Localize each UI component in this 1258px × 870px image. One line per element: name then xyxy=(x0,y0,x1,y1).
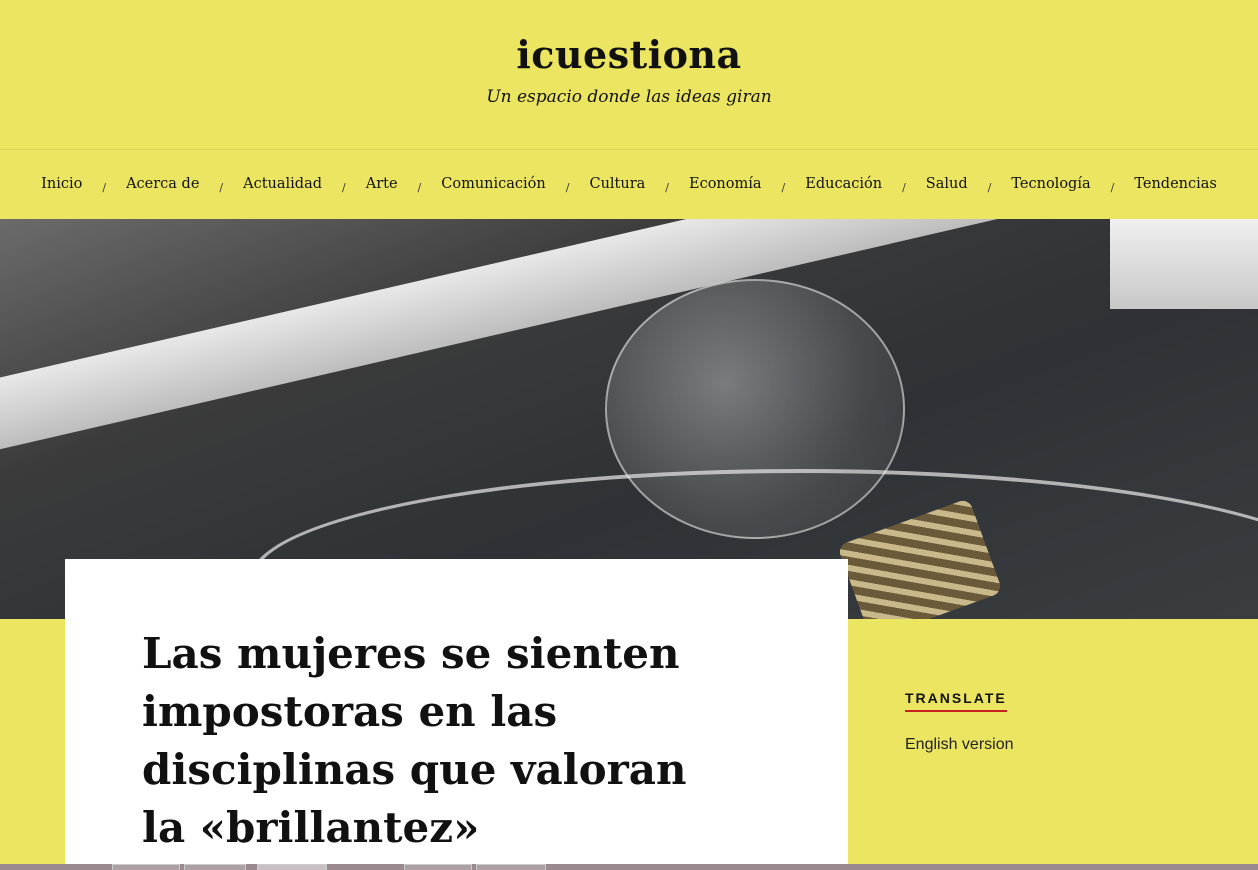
widget-title: TRANSLATE xyxy=(905,690,1007,712)
translate-widget: TRANSLATE English version xyxy=(905,690,1014,754)
site-header: icuestiona Un espacio donde las ideas gi… xyxy=(0,0,1258,150)
nav-separator: / xyxy=(665,180,669,194)
nav-item[interactable]: Salud xyxy=(926,176,968,192)
site-tagline: Un espacio donde las ideas giran xyxy=(486,87,772,107)
nav-item[interactable]: Actualidad xyxy=(243,176,322,192)
nav-separator: / xyxy=(102,180,107,194)
nav-separator: / xyxy=(902,180,906,194)
nav-item[interactable]: Arte xyxy=(366,176,398,192)
article-title[interactable]: Las mujeres se sienten impostoras en las… xyxy=(142,625,702,857)
taskbar-button[interactable] xyxy=(184,864,246,870)
nav-separator: / xyxy=(342,180,346,194)
taskbar-button[interactable] xyxy=(404,864,472,870)
article-card: Las mujeres se sienten impostoras en las… xyxy=(65,559,848,870)
nav-separator: / xyxy=(1110,180,1115,194)
nav-item[interactable]: Inicio xyxy=(41,176,82,192)
taskbar-button[interactable] xyxy=(112,864,180,870)
nav-separator: / xyxy=(565,180,570,194)
nav-separator: / xyxy=(987,180,992,194)
nav-item[interactable]: Tendencias xyxy=(1134,176,1217,192)
nav-item[interactable]: Educación xyxy=(805,176,882,192)
nav-separator: / xyxy=(417,180,422,194)
taskbar-button[interactable] xyxy=(257,864,327,870)
main-nav: Inicio / Acerca de / Actualidad / Arte / Comunic… xyxy=(0,150,1258,218)
nav-item[interactable]: Acerca de xyxy=(126,176,199,192)
nav-item[interactable]: Cultura xyxy=(589,176,645,192)
nav-separator: / xyxy=(781,180,786,194)
nav-separator: / xyxy=(219,180,224,194)
nav-item[interactable]: Tecnología xyxy=(1011,176,1090,192)
english-version-link[interactable]: English version xyxy=(905,736,1014,754)
nav-item[interactable]: Economía xyxy=(689,176,762,192)
site-title[interactable]: icuestiona xyxy=(0,0,1258,77)
taskbar-button[interactable] xyxy=(476,864,546,870)
nav-item[interactable]: Comunicación xyxy=(441,176,545,192)
taskbar xyxy=(0,864,1258,870)
